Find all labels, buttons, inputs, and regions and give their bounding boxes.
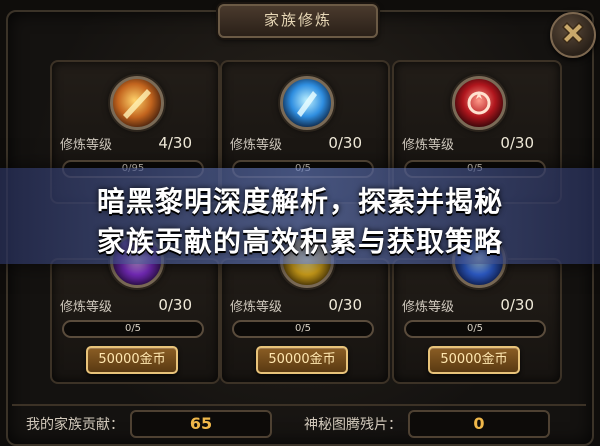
ice-blade-icon[interactable]	[280, 76, 334, 130]
progress-bar: 0/5	[232, 320, 374, 338]
crimson-emblem-icon[interactable]	[452, 76, 506, 130]
progress-text: 0/5	[124, 323, 142, 334]
cultivate-button[interactable]: 50000金币	[86, 346, 178, 374]
sword-slash-icon[interactable]	[110, 76, 164, 130]
cultivate-button[interactable]: 50000金币	[256, 346, 348, 374]
level-value: 0/30	[500, 296, 534, 314]
contribution-value: 65	[130, 410, 272, 438]
fragments-value: 0	[408, 410, 550, 438]
skill-panel-6[interactable]: 修炼等级 0/30 0/5 50000金币	[392, 234, 562, 384]
level-label: 修炼等级	[60, 300, 113, 315]
banner-line-1: 暗黑黎明深度解析，探索并揭秘	[96, 185, 503, 218]
footer-bar: 我的家族贡献： 65 神秘图腾残片： 0	[12, 404, 586, 440]
skill-panel-5[interactable]: 修炼等级 0/30 0/5 50000金币	[220, 234, 390, 384]
banner-line-2: 家族贡献的高效积累与获取策略	[96, 225, 503, 258]
cultivate-button[interactable]: 50000金币	[428, 346, 520, 374]
window-title: 家族修炼	[218, 4, 378, 38]
level-label: 修炼等级	[402, 138, 455, 153]
level-label: 修炼等级	[230, 138, 283, 153]
progress-bar: 0/5	[404, 320, 546, 338]
level-value: 0/30	[500, 134, 534, 152]
close-button[interactable]	[550, 12, 596, 58]
level-value: 0/30	[158, 296, 192, 314]
contribution-label: 我的家族贡献：	[26, 417, 124, 433]
level-value: 4/30	[158, 134, 192, 152]
level-value: 0/30	[328, 296, 362, 314]
level-label: 修炼等级	[60, 138, 113, 153]
progress-bar: 0/5	[62, 320, 204, 338]
level-value: 0/30	[328, 134, 362, 152]
skill-panel-4[interactable]: 修炼等级 0/30 0/5 50000金币	[50, 234, 220, 384]
close-icon	[561, 21, 585, 45]
progress-text: 0/5	[466, 323, 484, 334]
fragments-label: 神秘图腾残片：	[304, 417, 402, 433]
level-label: 修炼等级	[402, 300, 455, 315]
headline-banner: 暗黑黎明深度解析，探索并揭秘 家族贡献的高效积累与获取策略	[0, 168, 600, 264]
level-label: 修炼等级	[230, 300, 283, 315]
progress-text: 0/5	[294, 323, 312, 334]
